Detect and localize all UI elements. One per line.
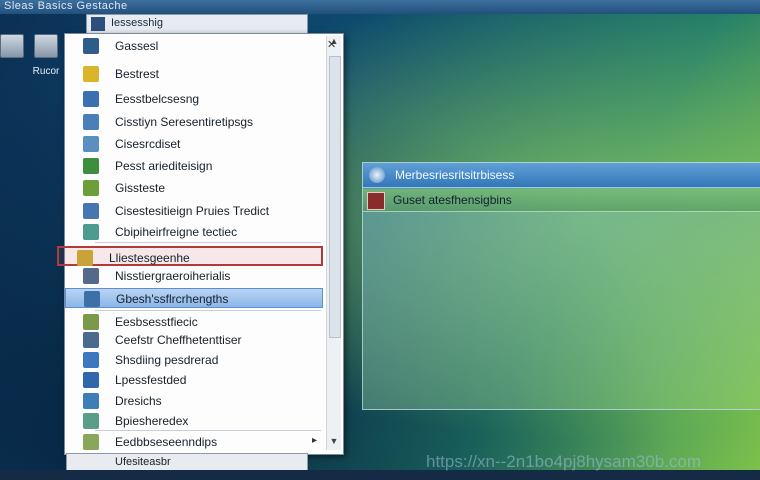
close-icon[interactable]: ✕ xyxy=(327,38,336,51)
window-icon xyxy=(369,167,385,183)
window-row[interactable]: Guset atesfhensigbins xyxy=(363,189,760,212)
menu-item-icon xyxy=(83,224,99,240)
menu-item-label: Bpiesheredex xyxy=(115,414,189,428)
menu-item-icon xyxy=(83,434,99,450)
menu-item-label: Dresichs xyxy=(115,394,162,408)
menu-item[interactable]: Bpiesheredex xyxy=(65,411,323,431)
top-bar-text: Sleas Basics Gestache xyxy=(4,0,128,12)
menu-item-icon xyxy=(83,136,99,152)
scroll-thumb[interactable] xyxy=(329,56,341,338)
submenu-arrow-icon: ▸ xyxy=(311,435,317,446)
menu-item-label: Lliestesgeenhe xyxy=(109,251,190,265)
menu-item-icon xyxy=(83,66,99,82)
menu-item-label: Pesst ariediteisign xyxy=(115,159,213,173)
menu-item-icon xyxy=(83,372,99,388)
menu-item[interactable]: Eesstbelcsesng xyxy=(65,89,323,109)
menu-item-icon xyxy=(83,352,99,368)
menu-item-label: Eesstbelcsesng xyxy=(115,92,200,106)
menu-item-label: Eesbsesstfiecic xyxy=(115,315,198,329)
menu-item[interactable]: Ceefstr Cheffhetenttiser xyxy=(65,330,323,350)
menu-item-highlighted[interactable]: Gbesh'ssflrcrhengths xyxy=(65,288,323,308)
menu-item-label: Gbesh'ssflrcrhengths xyxy=(116,292,229,306)
menu-item[interactable]: Nisstiergraeroiherialis xyxy=(65,266,323,286)
menu-item[interactable]: Cisesrcdiset xyxy=(65,134,323,154)
menu-item[interactable]: Cisstiyn Seresentiretipsgs xyxy=(65,112,323,132)
dialog-window: Merbesriesritsitrbisess Guset atesfhensi… xyxy=(362,162,760,410)
menu-item-icon xyxy=(83,114,99,130)
menu-separator xyxy=(95,310,321,311)
menu-item-icon xyxy=(84,291,100,307)
menu-item-icon xyxy=(83,158,99,174)
top-bar: Sleas Basics Gestache xyxy=(0,0,760,14)
folder-icon xyxy=(34,34,58,58)
menu-item-icon xyxy=(83,268,99,284)
app-icon xyxy=(91,17,105,31)
menu-item-icon xyxy=(83,180,99,196)
menu-item[interactable]: Eesbsesstfiecic xyxy=(65,312,323,332)
menu-item-icon xyxy=(83,393,99,409)
menu-separator xyxy=(95,242,321,243)
watermark-text: https://xn--2n1bo4pj8hysam30b.com xyxy=(426,452,701,471)
menu-item-label: Bestrest xyxy=(115,67,160,81)
menu-item-icon xyxy=(83,203,99,219)
menu-item-label: Gassesl xyxy=(115,39,159,53)
menu-separator xyxy=(95,430,321,431)
menu-item[interactable]: Shsdiing pesdrerad xyxy=(65,350,323,370)
menu-item[interactable]: Cisestesitieign Pruies Tredict xyxy=(65,201,323,221)
menu-item-icon xyxy=(83,38,99,54)
menu-scrollbar[interactable]: ▲ ▼ xyxy=(326,36,341,450)
menu-item[interactable]: Gassesl xyxy=(65,36,323,56)
scroll-down-icon[interactable]: ▼ xyxy=(327,436,341,450)
window-titlebar[interactable]: Merbesriesritsitrbisess xyxy=(363,163,760,188)
menu-item-label: Shsdiing pesdrerad xyxy=(115,353,219,367)
menu-item-label: Cbipiheirfreigne tectiec xyxy=(115,225,238,239)
context-menu: ▲ ▼ Gassesl Bestrest Eesstbelcsesng Ciss… xyxy=(57,33,344,455)
menu-item-label: Eedbbseseenndips xyxy=(115,435,218,449)
menu-item[interactable]: Lpessfestded xyxy=(65,370,323,390)
menu-item-icon xyxy=(77,250,93,266)
menu-item-label: Gissteste xyxy=(115,181,166,195)
menu-item-icon xyxy=(83,332,99,348)
menu-header[interactable]: Iessesshig xyxy=(86,14,308,35)
desktop-icon-label: Rucor xyxy=(32,66,60,77)
menu-item-label: Nisstiergraeroiherialis xyxy=(115,269,231,283)
menu-item-icon xyxy=(83,314,99,330)
menu-item-label: Ceefstr Cheffhetenttiser xyxy=(115,333,242,347)
menu-item[interactable]: Bestrest xyxy=(65,64,323,84)
window-title: Merbesriesritsitrbisess xyxy=(395,168,515,182)
menu-item-selected-outline[interactable]: Lliestesgeenhe xyxy=(57,246,323,266)
menu-item-label: Cisstiyn Seresentiretipsgs xyxy=(115,115,254,129)
desktop-icon[interactable]: Rucor xyxy=(26,34,66,77)
menu-item-icon xyxy=(83,413,99,429)
window-row-label: Guset atesfhensigbins xyxy=(393,193,512,207)
menu-item[interactable]: Dresichs xyxy=(65,391,323,411)
menu-item[interactable]: Gissteste xyxy=(65,178,323,198)
menu-item[interactable]: Pesst ariediteisign xyxy=(65,156,323,176)
menu-item-label: Lpessfestded xyxy=(115,373,187,387)
menu-footer-item[interactable]: Eedbbseseenndips ▸ xyxy=(65,432,323,452)
menu-item-icon xyxy=(83,91,99,107)
menu-header-label: Iessesshig xyxy=(111,17,163,29)
app-icon xyxy=(367,192,385,210)
menu-item-label: Cisesrcdiset xyxy=(115,137,181,151)
computer-icon xyxy=(0,34,24,58)
bottom-item-label: Ufesiteasbr xyxy=(115,456,171,468)
menu-item-label: Cisestesitieign Pruies Tredict xyxy=(115,204,270,218)
menu-item[interactable]: Cbipiheirfreigne tectiec xyxy=(65,222,323,242)
